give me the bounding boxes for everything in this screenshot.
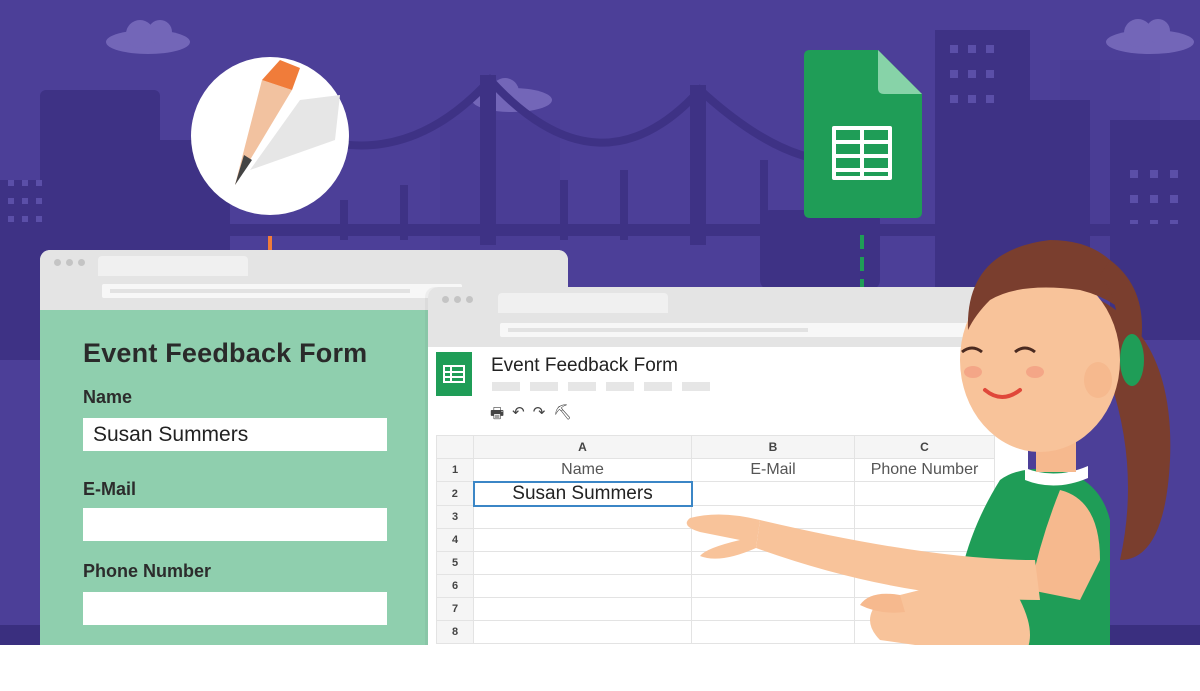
illustration: Event Feedback Form Name E-Mail Phone Nu… <box>0 0 1200 691</box>
bottom-strip <box>0 645 1200 691</box>
woman-illustration <box>686 240 1171 660</box>
